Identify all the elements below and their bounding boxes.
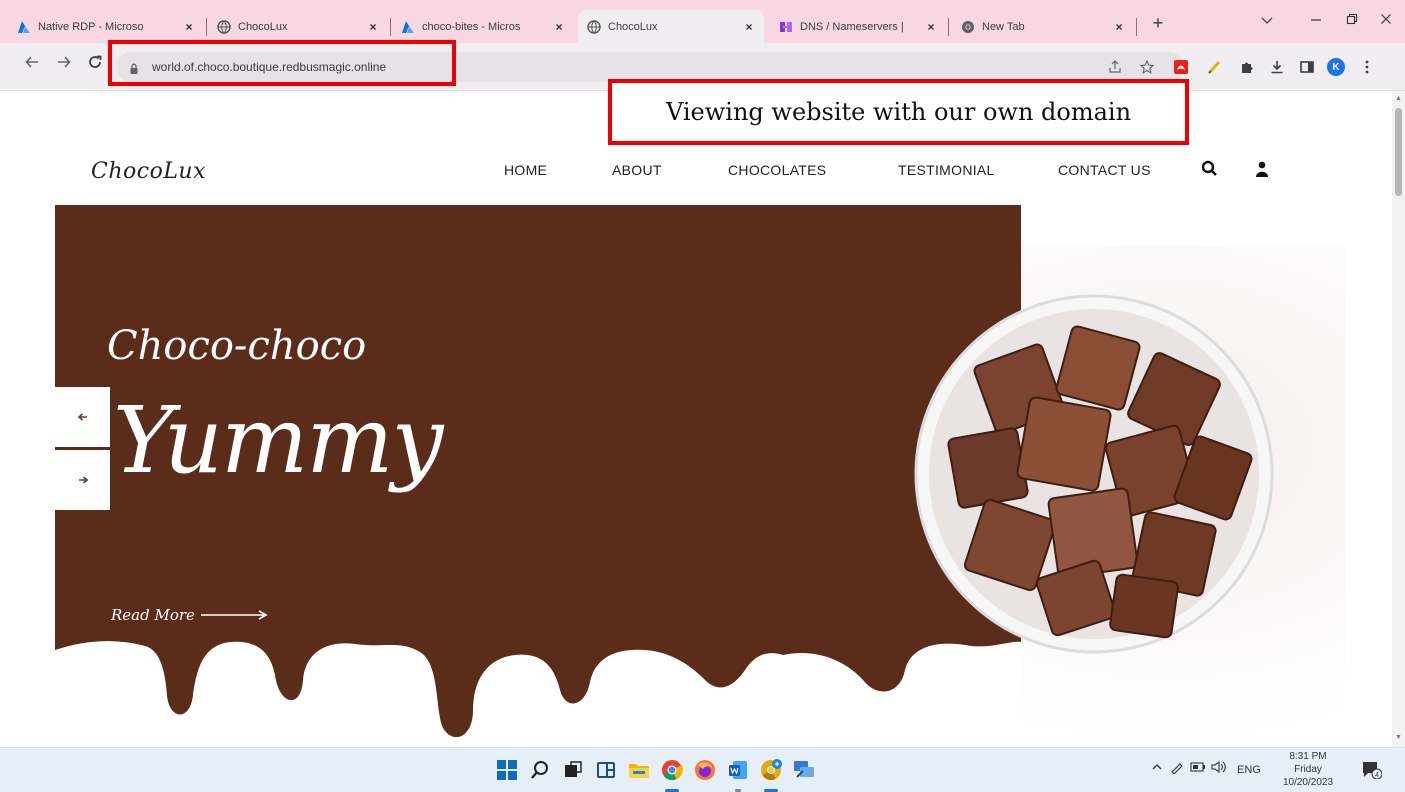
word-icon[interactable] — [725, 757, 751, 783]
pen-icon[interactable] — [1170, 762, 1184, 777]
tab-title: ChocoLux — [238, 21, 288, 33]
browser-menu-icon[interactable] — [1356, 57, 1378, 77]
language-indicator[interactable]: ENG — [1237, 764, 1261, 776]
tab-divider — [1136, 18, 1137, 36]
tab-divider — [948, 18, 949, 36]
remote-desktop-icon[interactable] — [791, 757, 817, 783]
highlighter-extension-icon[interactable] — [1204, 57, 1226, 77]
chrome-icon[interactable] — [659, 757, 685, 783]
tab-title: Native RDP - Microso — [38, 21, 144, 33]
close-tab-icon[interactable]: × — [924, 20, 938, 34]
azure-icon — [400, 20, 415, 35]
minimize-icon[interactable] — [1304, 12, 1328, 28]
tab-chocolux-active[interactable]: ChocoLux × — [578, 10, 764, 43]
annotation-callout: Viewing website with our own domain — [608, 79, 1189, 145]
scroll-down-icon[interactable]: ▼ — [1395, 734, 1402, 741]
restore-icon[interactable] — [1340, 12, 1364, 28]
globe-icon — [216, 20, 231, 35]
close-tab-icon[interactable]: × — [742, 20, 756, 34]
arrow-right-icon — [78, 476, 88, 484]
nav-about[interactable]: ABOUT — [612, 162, 662, 178]
notification-icon[interactable]: 4 — [1362, 761, 1383, 780]
arrow-left-icon — [77, 413, 87, 421]
close-tab-icon[interactable]: × — [552, 20, 566, 34]
download-icon[interactable] — [1266, 57, 1288, 77]
tab-divider — [206, 18, 207, 36]
nav-testimonial[interactable]: TESTIMONIAL — [898, 162, 995, 178]
new-tab-button[interactable]: + — [1146, 13, 1170, 34]
profile-avatar[interactable]: K — [1325, 57, 1347, 77]
site-logo[interactable]: ChocoLux — [91, 159, 206, 184]
read-more-link[interactable]: Read More — [111, 606, 271, 624]
tab-native-rdp[interactable]: Native RDP - Microso × — [8, 13, 204, 41]
volume-icon[interactable] — [1211, 760, 1227, 776]
close-tab-icon[interactable]: × — [366, 20, 380, 34]
tab-title: choco-bites - Micros — [422, 21, 521, 33]
user-icon[interactable] — [1255, 161, 1269, 177]
clock-date: 10/20/2023 — [1282, 777, 1334, 788]
side-panel-icon[interactable] — [1296, 57, 1318, 77]
extensions-puzzle-icon[interactable] — [1236, 57, 1258, 77]
nav-home[interactable]: HOME — [504, 162, 547, 178]
globe-icon — [586, 19, 601, 34]
close-window-icon[interactable] — [1374, 12, 1398, 28]
site-header: ChocoLux HOME ABOUT CHOCOLATES TESTIMONI… — [55, 135, 1345, 205]
scroll-up-icon[interactable]: ▲ — [1395, 95, 1402, 102]
tab-divider — [390, 18, 391, 36]
tab-search-icon[interactable] — [1255, 12, 1279, 28]
slider-next-button[interactable] — [55, 450, 110, 510]
nav-contact-us[interactable]: CONTACT US — [1058, 162, 1151, 178]
bookmark-star-icon[interactable] — [1136, 57, 1158, 77]
forward-icon[interactable] — [54, 55, 74, 74]
tab-dns-nameservers[interactable]: DNS / Nameservers | × — [770, 13, 946, 41]
chocolate-bowl-image — [914, 294, 1274, 654]
hero-kicker: Choco-choco — [107, 323, 367, 369]
windows-start-icon[interactable] — [494, 757, 520, 783]
page-scrollbar[interactable]: ▲ ▼ — [1392, 91, 1405, 747]
windows-taskbar: ENG 8:31 PM Friday 10/20/2023 4 — [0, 747, 1405, 792]
notification-count: 4 — [1375, 772, 1379, 779]
profile-initial: K — [1327, 58, 1345, 76]
taskbar-clock[interactable]: 8:31 PM Friday 10/20/2023 — [1278, 750, 1338, 789]
hero-title: Yummy — [113, 387, 443, 494]
task-view-icon[interactable] — [560, 757, 586, 783]
annotation-url-highlight — [108, 40, 456, 86]
arrow-right-icon — [200, 610, 268, 620]
tab-title: New Tab — [982, 21, 1025, 33]
slider-prev-button[interactable] — [55, 387, 110, 447]
read-more-label: Read More — [111, 606, 195, 624]
close-tab-icon[interactable]: × — [1112, 20, 1126, 34]
close-tab-icon[interactable]: × — [182, 20, 196, 34]
share-icon[interactable] — [1104, 57, 1126, 77]
browser-tab-strip: Native RDP - Microso × ChocoLux × choco-… — [0, 0, 1405, 43]
azure-icon — [16, 20, 31, 35]
back-icon[interactable] — [22, 55, 42, 74]
file-explorer-icon[interactable] — [626, 757, 652, 783]
tray-overflow-icon[interactable] — [1152, 762, 1162, 774]
tab-new-tab[interactable]: New Tab × — [952, 13, 1134, 41]
firefox-icon[interactable] — [692, 757, 718, 783]
reload-icon[interactable] — [85, 55, 105, 74]
search-icon[interactable] — [1200, 159, 1220, 179]
battery-icon[interactable] — [1190, 762, 1206, 775]
clock-day: Friday — [1294, 764, 1322, 775]
tab-chocolux-1[interactable]: ChocoLux × — [208, 13, 388, 41]
chocolate-drip-decoration — [55, 641, 1021, 747]
nav-chocolates[interactable]: CHOCOLATES — [728, 162, 826, 178]
tab-choco-bites[interactable]: choco-bites - Micros × — [392, 13, 574, 41]
tab-title: DNS / Nameservers | — [800, 21, 904, 33]
page-viewport: ChocoLux HOME ABOUT CHOCOLATES TESTIMONI… — [0, 91, 1392, 747]
chrome-icon — [960, 20, 975, 35]
pdf-extension-icon[interactable] — [1170, 57, 1192, 77]
hero-slider: Choco-choco Yummy Read More — [55, 205, 1345, 747]
scroll-thumb[interactable] — [1395, 108, 1402, 196]
taskbar-search-icon[interactable] — [527, 757, 553, 783]
widgets-icon[interactable] — [593, 757, 619, 783]
tab-title: ChocoLux — [608, 20, 658, 33]
chrome-canary-icon[interactable] — [758, 757, 784, 783]
dns-icon — [778, 20, 793, 35]
clock-time: 8:31 PM — [1289, 751, 1327, 762]
chocolux-site: ChocoLux HOME ABOUT CHOCOLATES TESTIMONI… — [55, 135, 1345, 747]
